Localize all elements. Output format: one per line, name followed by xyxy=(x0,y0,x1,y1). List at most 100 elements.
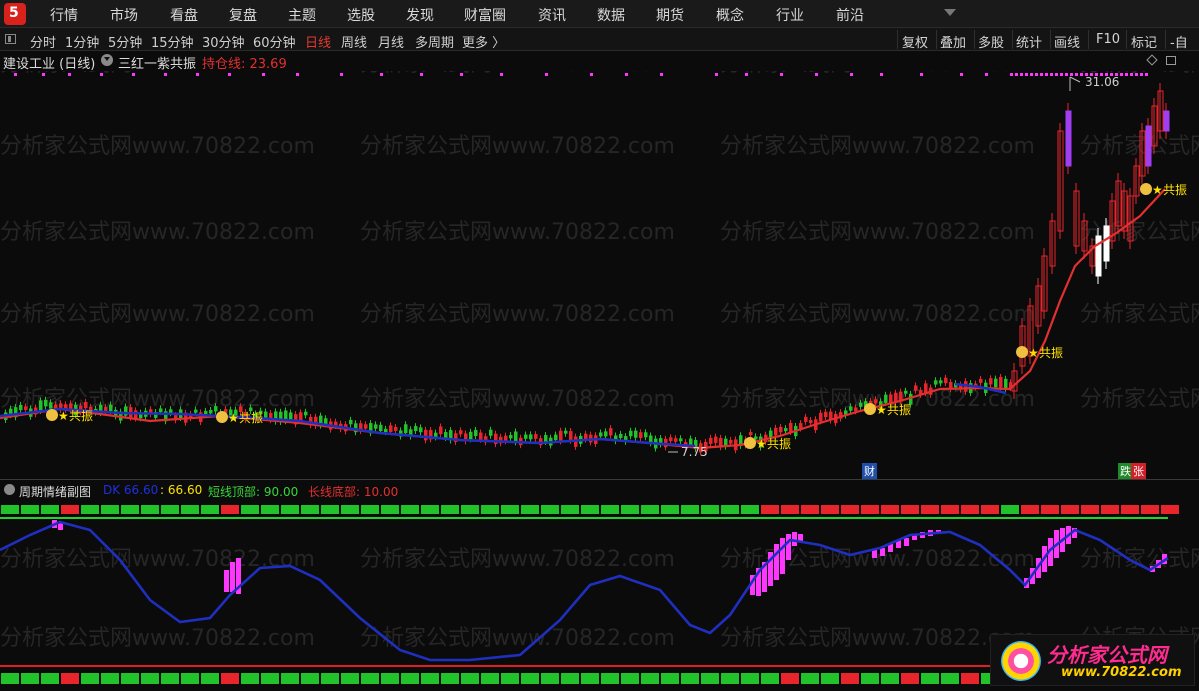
top-state-block xyxy=(1021,505,1039,514)
finance-badge[interactable]: 财 xyxy=(862,463,877,479)
top-state-block xyxy=(1141,505,1159,514)
candle-body xyxy=(644,432,648,438)
nav-item-hangqing[interactable]: 行情 xyxy=(50,5,78,25)
period-daily[interactable]: 日线 xyxy=(305,32,331,51)
signal-dot xyxy=(590,73,593,76)
watermark-text: 分析家公式网www.70822.com xyxy=(1080,387,1199,412)
period-fenshi[interactable]: 分时 xyxy=(30,32,56,51)
nav-item-kanpan[interactable]: 看盘 xyxy=(170,5,198,25)
top-state-block xyxy=(421,505,439,514)
sidebar-toggle-icon[interactable] xyxy=(5,34,16,44)
custom-button[interactable]: -自 xyxy=(1170,32,1188,51)
statistics-button[interactable]: 统计 xyxy=(1016,32,1042,51)
nav-item-shichang[interactable]: 市场 xyxy=(110,5,138,25)
candle-body xyxy=(424,429,428,441)
bottom-state-block xyxy=(741,673,759,684)
signal-dot xyxy=(1080,73,1083,76)
candle-body xyxy=(674,438,678,442)
period-monthly[interactable]: 月线 xyxy=(378,32,404,51)
bottom-state-block xyxy=(581,673,599,684)
mark-button[interactable]: 标记 xyxy=(1131,32,1157,51)
nav-item-fupan[interactable]: 复盘 xyxy=(229,5,257,25)
candlestick-chart[interactable]: 分析家公式网www.70822.com 分析家公式网www.70822.com 分析… xyxy=(0,71,1199,479)
bottom-state-block xyxy=(161,673,179,684)
window-icon[interactable] xyxy=(1166,56,1176,65)
candle-body xyxy=(859,402,863,407)
bottom-state-block xyxy=(21,673,39,684)
top-state-block xyxy=(121,505,139,514)
period-30min[interactable]: 30分钟 xyxy=(202,32,245,51)
overlay-button[interactable]: 叠加 xyxy=(940,32,966,51)
draw-line-button[interactable]: 画线 xyxy=(1054,32,1080,51)
bottom-state-block xyxy=(141,673,159,684)
fuquan-button[interactable]: 复权 xyxy=(902,32,928,51)
star-icon: ★ xyxy=(58,409,69,423)
signal-dot xyxy=(1135,73,1138,76)
period-15min[interactable]: 15分钟 xyxy=(151,32,194,51)
signal-dot xyxy=(1130,73,1133,76)
bottom-state-block xyxy=(81,673,99,684)
low-price-label: 7.75 xyxy=(681,445,708,459)
resonance-label: 共振 xyxy=(767,437,791,451)
period-multi[interactable]: 多周期 xyxy=(415,32,454,51)
period-weekly[interactable]: 周线 xyxy=(341,32,367,51)
signal-dot xyxy=(420,73,423,76)
bottom-state-block xyxy=(321,673,339,684)
signal-dot xyxy=(1140,73,1143,76)
bottom-state-block xyxy=(121,673,139,684)
candle-body xyxy=(24,406,28,411)
nav-item-qianyan[interactable]: 前沿 xyxy=(836,5,864,25)
top-state-block xyxy=(281,505,299,514)
watermark-text: 分析家公式网www.70822.com xyxy=(720,302,1035,327)
nav-item-zhuti[interactable]: 主题 xyxy=(288,5,316,25)
candle-body xyxy=(924,383,928,394)
nav-item-gainian[interactable]: 概念 xyxy=(716,5,744,25)
watermark-text: 分析家公式网www.70822.com xyxy=(720,134,1035,159)
bottom-state-block xyxy=(441,673,459,684)
top-state-block xyxy=(741,505,759,514)
nav-item-qihuo[interactable]: 期货 xyxy=(656,5,684,25)
top-state-block xyxy=(541,505,559,514)
indicator-settings-icon[interactable] xyxy=(101,54,113,66)
nav-item-caifuquan[interactable]: 财富圈 xyxy=(464,5,506,25)
nav-item-hangye[interactable]: 行业 xyxy=(776,5,804,25)
sentiment-bar xyxy=(774,544,779,580)
more-nav-chevron-down-icon[interactable] xyxy=(944,9,956,16)
bottom-state-block xyxy=(281,673,299,684)
bottom-state-block xyxy=(901,673,919,684)
candle-body xyxy=(809,420,813,424)
multi-stock-button[interactable]: 多股 xyxy=(978,32,1004,51)
f10-button[interactable]: F10 xyxy=(1096,32,1120,47)
candle-body xyxy=(894,392,898,402)
nav-item-faxian[interactable]: 发现 xyxy=(406,5,434,25)
bottom-state-block xyxy=(801,673,819,684)
bottom-state-block xyxy=(201,673,219,684)
period-more[interactable]: 更多 〉 xyxy=(462,32,505,51)
period-1min[interactable]: 1分钟 xyxy=(65,32,99,51)
sentiment-bar xyxy=(224,570,229,592)
nav-item-shuju[interactable]: 数据 xyxy=(597,5,625,25)
candle-body xyxy=(669,437,673,442)
signal-dot xyxy=(1050,73,1053,76)
nav-item-xuangu[interactable]: 选股 xyxy=(347,5,375,25)
bottom-state-block xyxy=(541,673,559,684)
top-state-block xyxy=(361,505,379,514)
candle-body xyxy=(939,380,943,384)
indicator-name[interactable]: 三红一紫共振 xyxy=(118,53,196,72)
top-state-block xyxy=(881,505,899,514)
nav-item-zixun[interactable]: 资讯 xyxy=(538,5,566,25)
bottom-state-block xyxy=(561,673,579,684)
candle-body xyxy=(774,427,778,436)
top-state-block xyxy=(61,505,79,514)
bottom-state-block xyxy=(401,673,419,684)
main-chart-header: 建设工业 (日线) 三红一紫共振 持仓线: 23.69 xyxy=(0,52,1199,72)
period-5min[interactable]: 5分钟 xyxy=(108,32,142,51)
money-bag-icon xyxy=(46,409,58,421)
watermark-text: 分析家公式网www.70822.com xyxy=(360,134,675,159)
top-state-block xyxy=(721,505,739,514)
rise-badge[interactable]: 张 xyxy=(1131,463,1146,479)
signal-dot xyxy=(296,73,299,76)
top-state-block xyxy=(201,505,219,514)
app-logo-icon[interactable]: 5 xyxy=(4,3,26,25)
period-60min[interactable]: 60分钟 xyxy=(253,32,296,51)
